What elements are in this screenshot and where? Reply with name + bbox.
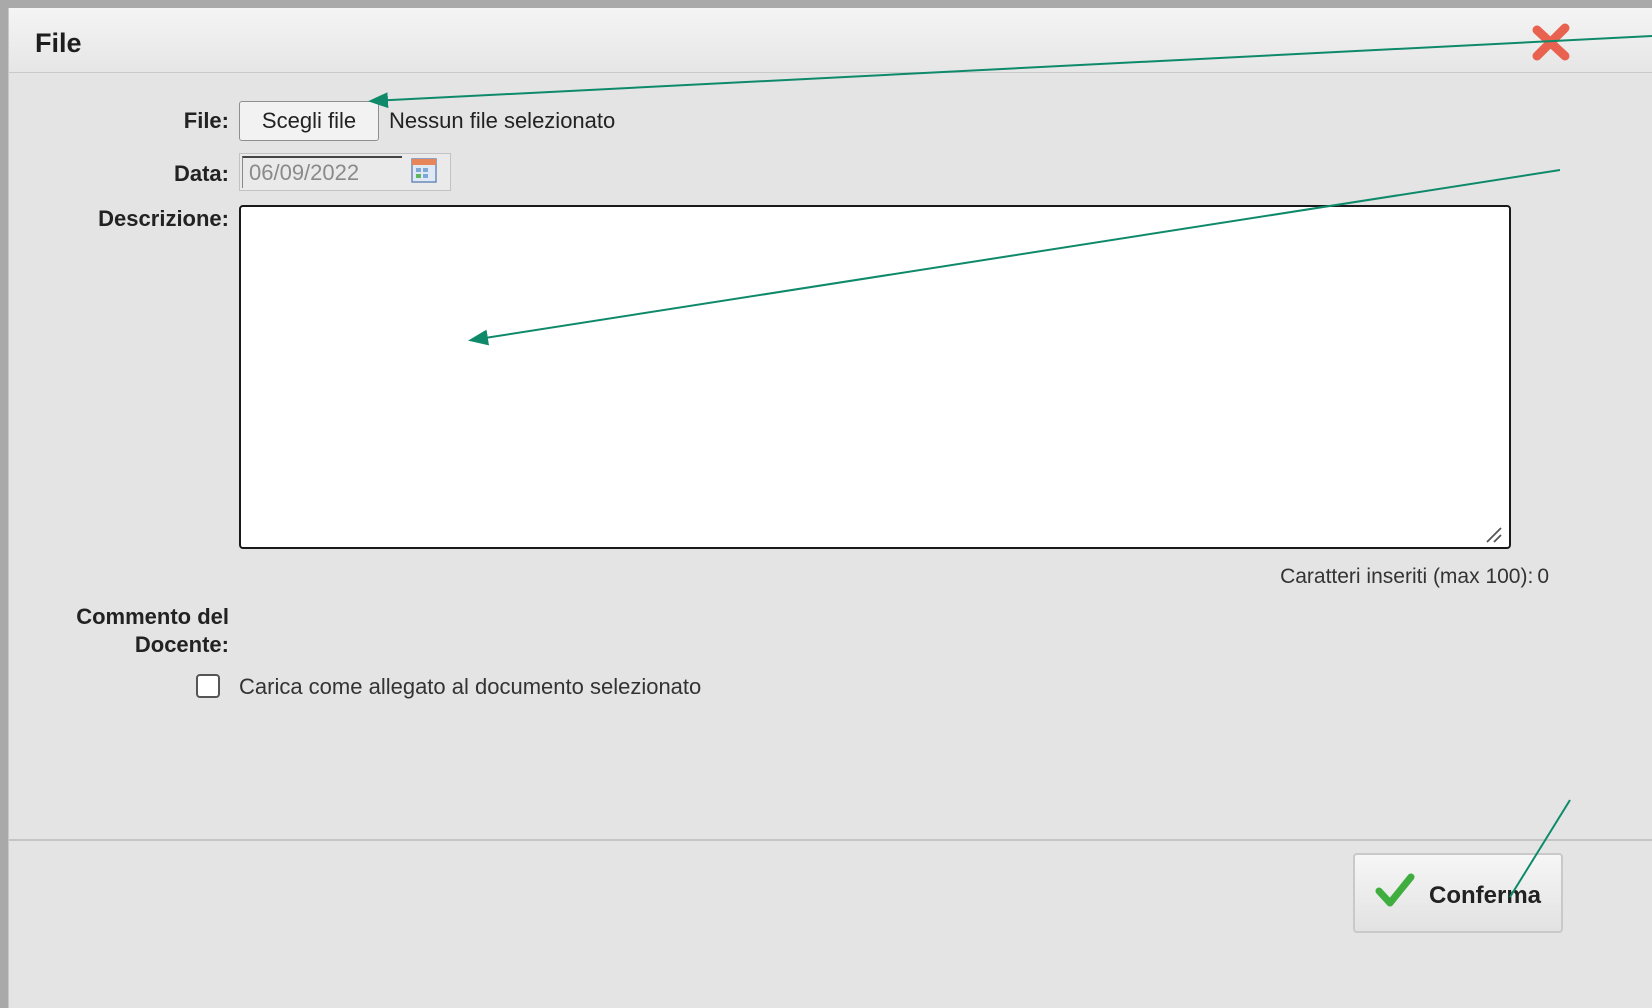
calendar-icon[interactable] — [410, 156, 438, 184]
description-label: Descrizione: — [98, 206, 229, 231]
attach-checkbox-label: Carica come allegato al documento selezi… — [239, 674, 702, 699]
file-dialog: File File: Scegli file Nessun file selez… — [8, 8, 1652, 1008]
file-label: File: — [183, 108, 229, 133]
dialog-title: File — [35, 28, 82, 58]
attach-checkbox[interactable] — [196, 674, 220, 698]
confirm-button[interactable]: Conferma — [1353, 853, 1563, 933]
counter-value: 0 — [1537, 565, 1549, 588]
counter-label: Caratteri inseriti (max 100): — [1280, 565, 1534, 588]
date-input[interactable] — [242, 156, 402, 188]
dialog-titlebar: File — [9, 8, 1652, 73]
date-label: Data: — [173, 161, 229, 186]
teacher-comment-label-line1: Commento del — [76, 604, 229, 629]
teacher-comment-label-line2: Docente: — [134, 632, 229, 657]
date-picker — [239, 153, 451, 191]
close-icon[interactable] — [1531, 22, 1571, 62]
footer-divider — [9, 839, 1652, 841]
character-counter: Caratteri inseriti (max 100): 0 — [1149, 565, 1549, 589]
choose-file-button[interactable]: Scegli file — [239, 101, 379, 141]
resize-handle-icon[interactable] — [1483, 524, 1503, 544]
checkmark-icon — [1375, 873, 1415, 907]
description-textarea[interactable] — [239, 205, 1511, 549]
file-status-text: Nessun file selezionato — [389, 108, 616, 133]
confirm-button-label: Conferma — [1429, 882, 1542, 909]
